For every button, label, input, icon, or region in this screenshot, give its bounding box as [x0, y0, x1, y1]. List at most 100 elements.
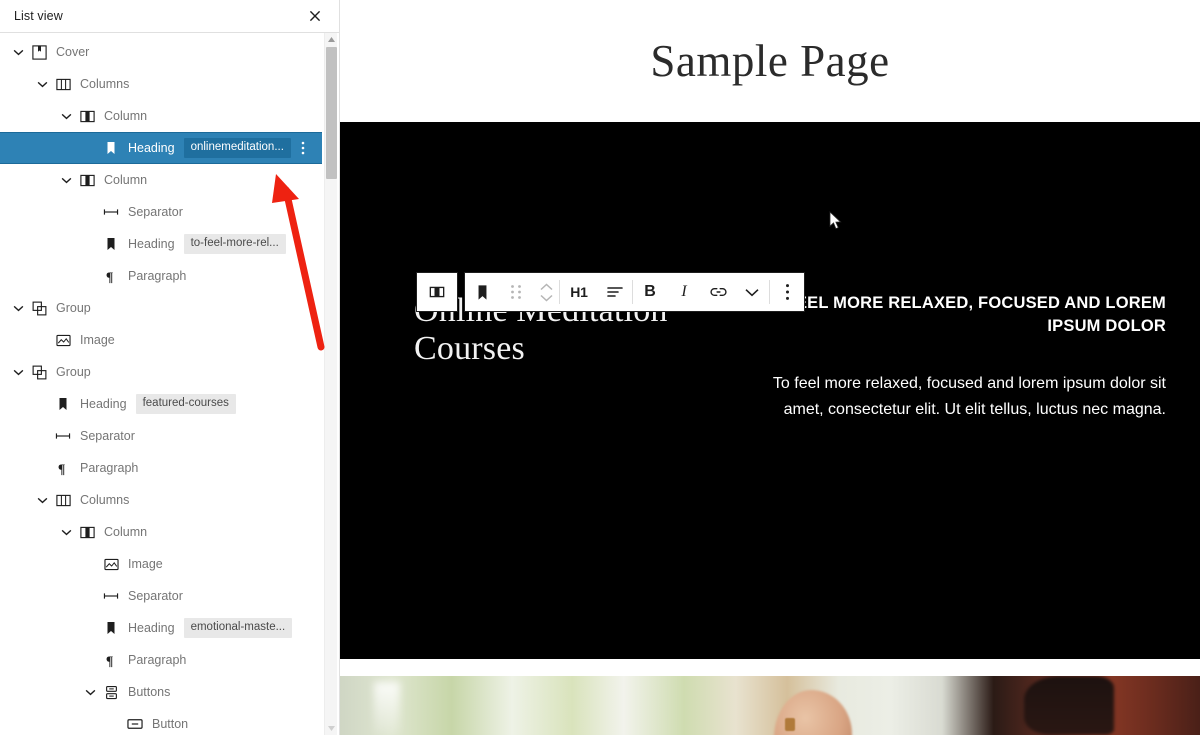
block-tree-row[interactable]: Column [0, 100, 339, 132]
columns-icon [52, 74, 74, 94]
italic-icon[interactable]: I [667, 273, 701, 311]
block-tree-row[interactable]: Column [0, 516, 339, 548]
column-icon [76, 106, 98, 126]
paragraph-icon: ¶ [52, 458, 74, 478]
chevron-updown-icon[interactable] [533, 273, 559, 311]
block-tree-row-selected[interactable]: Heading onlinemeditation... [0, 132, 322, 164]
block-toolbar-main: H1 B I [464, 272, 805, 312]
chevron-down-icon[interactable] [56, 170, 76, 190]
heading-level-label: H1 [570, 284, 588, 300]
block-tree-row[interactable]: Columns [0, 68, 339, 100]
block-label: Paragraph [80, 461, 139, 475]
block-tree-row[interactable]: Separator [0, 580, 339, 612]
block-label: Column [104, 109, 148, 123]
block-tree-row[interactable]: Group [0, 292, 339, 324]
align-icon[interactable] [598, 273, 632, 311]
image-icon [100, 554, 122, 574]
page-title[interactable]: Sample Page [650, 35, 889, 87]
svg-text:¶: ¶ [105, 653, 112, 668]
cover-image-block[interactable] [340, 676, 1200, 735]
italic-label: I [681, 283, 687, 300]
button-icon [124, 714, 146, 734]
chevron-down-icon[interactable] [8, 298, 28, 318]
columns-icon [52, 490, 74, 510]
page-title-area: Sample Page [340, 0, 1200, 122]
block-tree-row[interactable]: ¶ Paragraph [0, 260, 339, 292]
chevron-down-icon[interactable] [32, 490, 52, 510]
hair-photo-element [1024, 676, 1114, 735]
link-icon[interactable] [701, 273, 735, 311]
block-label: Heading [128, 621, 175, 635]
kebab-icon[interactable] [770, 273, 804, 311]
block-tree-row[interactable]: Heading to-feel-more-rel... [0, 228, 339, 260]
block-label: Heading [128, 141, 175, 155]
block-tree-row[interactable]: Buttons [0, 676, 339, 708]
triangle-up-icon[interactable] [325, 33, 338, 46]
cover-icon [28, 42, 50, 62]
incense-smoke [374, 682, 401, 735]
block-tree-row[interactable]: Heading featured-courses [0, 388, 339, 420]
block-label: Separator [128, 205, 183, 219]
block-tree-row[interactable]: Column [0, 164, 339, 196]
select-parent-column-block[interactable] [416, 272, 458, 312]
triangle-down-icon[interactable] [325, 722, 338, 735]
block-label: Column [104, 525, 148, 539]
block-tree-row[interactable]: Columns [0, 484, 339, 516]
block-label: Separator [128, 589, 183, 603]
block-tree-row[interactable]: ¶ Paragraph [0, 644, 339, 676]
block-label: Group [56, 365, 91, 379]
canvas-spacer [340, 659, 1200, 676]
editor-canvas[interactable]: Sample Page Online Meditation Courses TO… [340, 0, 1200, 735]
close-icon[interactable] [303, 4, 327, 28]
block-tree-row[interactable]: Cover [0, 36, 339, 68]
bold-icon[interactable]: B [633, 273, 667, 311]
ring-photo-element [785, 718, 796, 731]
block-tree-row[interactable]: Button [0, 708, 339, 735]
heading-icon[interactable] [465, 273, 499, 311]
bold-label: B [644, 283, 656, 300]
block-anchor-tag: to-feel-more-rel... [183, 233, 286, 255]
block-tree[interactable]: Cover Columns Column Heading onlinemeditatio… [0, 33, 339, 735]
heading-icon [52, 394, 74, 414]
chevron-down-icon[interactable] [735, 273, 769, 311]
cover-paragraph[interactable]: To feel more relaxed, focused and lorem … [754, 371, 1166, 423]
cover-subheading[interactable]: TO FEEL MORE RELAXED, FOCUSED AND LOREM … [754, 292, 1166, 339]
h1-icon[interactable]: H1 [560, 273, 598, 311]
chevron-down-icon[interactable] [8, 362, 28, 382]
separator-icon [52, 426, 74, 446]
drag-dots-icon[interactable] [499, 273, 533, 311]
heading-icon [100, 234, 122, 254]
chevron-down-icon[interactable] [80, 682, 100, 702]
block-label: Cover [56, 45, 90, 59]
cover-block[interactable]: Online Meditation Courses TO FEEL MORE R… [340, 122, 1200, 659]
chevron-down-icon[interactable] [8, 42, 28, 62]
chevron-down-icon[interactable] [56, 522, 76, 542]
block-label: Button [152, 717, 189, 731]
block-label: Columns [80, 77, 130, 91]
list-view-title: List view [14, 9, 63, 23]
block-tree-row[interactable]: Group [0, 356, 339, 388]
block-tree-row[interactable]: Image [0, 548, 339, 580]
heading-icon [100, 138, 122, 158]
group-icon [28, 298, 50, 318]
group-icon [28, 362, 50, 382]
list-view-scrollbar[interactable] [324, 33, 337, 735]
block-toolbar[interactable]: H1 B I [416, 272, 805, 312]
chevron-down-icon[interactable] [56, 106, 76, 126]
paragraph-icon: ¶ [100, 650, 122, 670]
row-options-kebab-icon[interactable] [292, 133, 314, 163]
chevron-down-icon[interactable] [32, 74, 52, 94]
scrollbar-thumb[interactable] [326, 47, 337, 179]
block-anchor-tag: emotional-maste... [183, 617, 293, 639]
block-tree-row[interactable]: Heading emotional-maste... [0, 612, 339, 644]
block-label: Group [56, 301, 91, 315]
block-tree-row[interactable]: Separator [0, 420, 339, 452]
block-tree-row[interactable]: ¶ Paragraph [0, 452, 339, 484]
list-view-panel: List view Cover Columns Column Heading onlin… [0, 0, 340, 735]
block-label: Buttons [128, 685, 171, 699]
block-tree-row[interactable]: Separator [0, 196, 339, 228]
separator-icon [100, 586, 122, 606]
list-view-header: List view [0, 0, 339, 33]
paragraph-icon: ¶ [100, 266, 122, 286]
block-tree-row[interactable]: Image [0, 324, 339, 356]
